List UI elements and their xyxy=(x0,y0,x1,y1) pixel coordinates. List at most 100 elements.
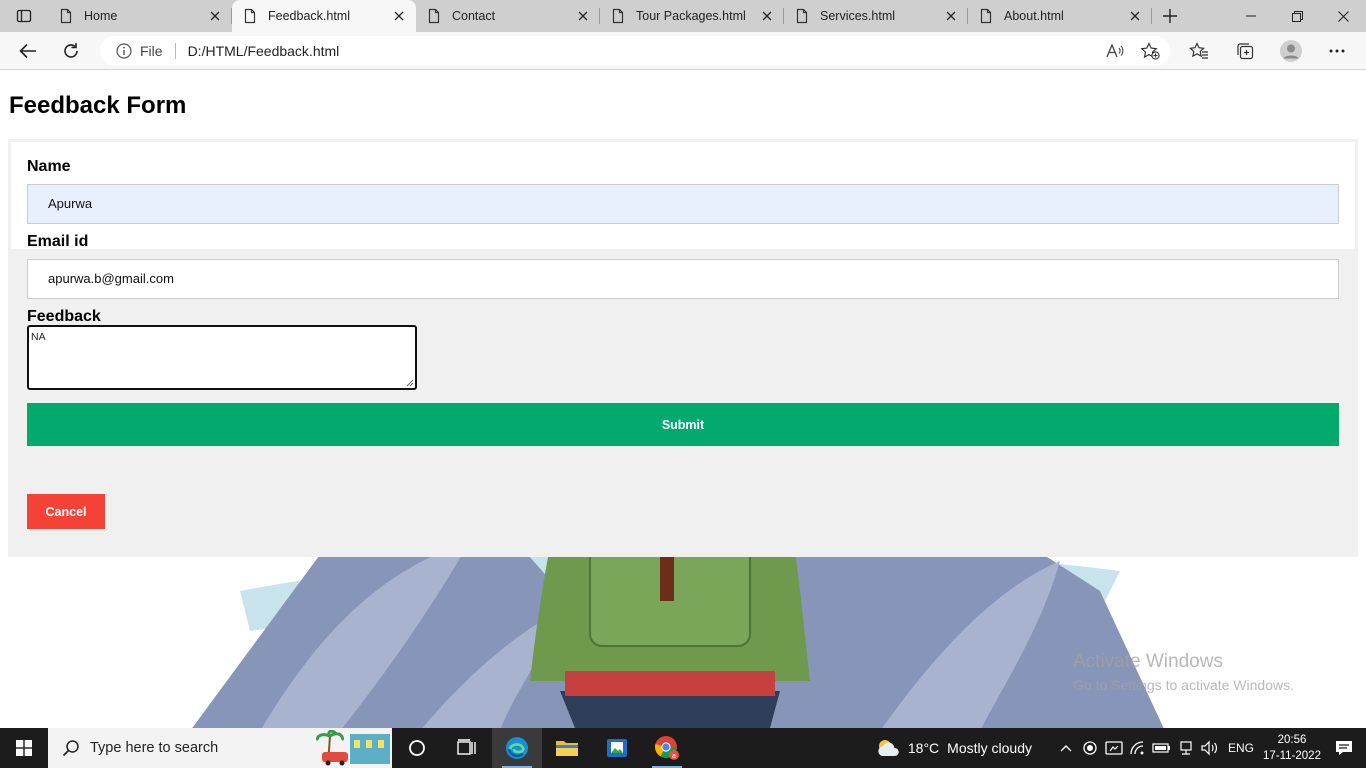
browser-tab-contact[interactable]: Contact xyxy=(416,0,600,32)
tab-title: About.html xyxy=(1004,9,1064,23)
windows-logo-icon xyxy=(16,740,32,756)
svg-text:a: a xyxy=(672,753,676,760)
close-icon[interactable] xyxy=(574,7,592,25)
favorites-icon xyxy=(1189,42,1208,59)
taskbar-search-box[interactable]: Type here to search xyxy=(48,728,392,768)
search-placeholder: Type here to search xyxy=(90,740,219,756)
browser-tab-home[interactable]: Home xyxy=(48,0,232,32)
close-icon[interactable] xyxy=(206,7,224,25)
close-icon[interactable] xyxy=(1126,7,1144,25)
collections-button[interactable] xyxy=(1230,36,1260,66)
tab-title: Contact xyxy=(452,9,496,23)
taskbar-chrome-button[interactable]: a xyxy=(642,728,692,768)
browser-tab-services[interactable]: Services.html xyxy=(784,0,968,32)
tab-title: Feedback.html xyxy=(268,9,350,23)
page-title: Feedback Form xyxy=(9,92,187,119)
record-icon[interactable] xyxy=(1078,728,1102,768)
new-tab-button[interactable] xyxy=(1152,0,1188,32)
close-window-button[interactable] xyxy=(1320,0,1366,32)
cortana-button[interactable] xyxy=(392,728,442,768)
back-button[interactable] xyxy=(13,36,43,66)
weather-temperature[interactable]: 18°C xyxy=(908,740,939,756)
start-button[interactable] xyxy=(0,728,48,768)
clock-date: 17-11-2022 xyxy=(1263,750,1321,762)
info-icon[interactable] xyxy=(116,43,132,59)
task-view-button[interactable] xyxy=(442,728,492,768)
wifi-icon[interactable] xyxy=(1126,728,1150,768)
search-highlight-icon xyxy=(316,730,390,766)
search-icon xyxy=(62,740,79,757)
divider xyxy=(174,43,176,59)
taskbar-file-explorer-button[interactable] xyxy=(542,728,592,768)
system-tray: 18°C Mostly cloudy ENG 20:56 17-11-2022 xyxy=(876,728,1366,768)
tab-title: Home xyxy=(84,9,118,23)
clock-time: 20:56 xyxy=(1277,734,1307,746)
close-icon[interactable] xyxy=(390,7,408,25)
settings-menu-button[interactable] xyxy=(1322,36,1352,66)
battery-icon[interactable] xyxy=(1150,728,1174,768)
avatar-icon xyxy=(1280,40,1302,62)
close-icon[interactable] xyxy=(942,7,960,25)
minimize-button[interactable] xyxy=(1228,0,1274,32)
close-icon[interactable] xyxy=(758,7,776,25)
resize-grip-icon[interactable] xyxy=(406,379,414,387)
image-editor-icon xyxy=(607,739,627,757)
weather-cloud-icon[interactable] xyxy=(876,737,902,759)
tab-title: Tour Packages.html xyxy=(636,9,746,23)
show-hidden-icons-button[interactable] xyxy=(1054,728,1078,768)
url-text[interactable]: D:/HTML/Feedback.html xyxy=(188,43,340,59)
read-aloud-icon[interactable] xyxy=(1106,43,1124,59)
browser-tab-about[interactable]: About.html xyxy=(968,0,1152,32)
watermark-title: Activate Windows xyxy=(1073,651,1223,672)
notification-icon xyxy=(1336,741,1352,755)
refresh-button[interactable] xyxy=(56,36,86,66)
window-controls xyxy=(1228,0,1366,32)
profile-button[interactable] xyxy=(1276,36,1306,66)
chevron-up-icon xyxy=(1060,745,1072,752)
feedback-label: Feedback xyxy=(27,308,101,325)
watermark-subtitle: Go to Settings to activate Windows. xyxy=(1073,677,1294,693)
name-input[interactable]: Apurwa xyxy=(27,184,1339,224)
network-icon[interactable] xyxy=(1174,728,1198,768)
page-icon xyxy=(60,8,72,24)
folder-icon xyxy=(556,741,578,756)
email-label: Email id xyxy=(27,233,89,250)
weather-condition[interactable]: Mostly cloudy xyxy=(947,740,1032,756)
feedback-textarea[interactable]: NA xyxy=(27,325,417,390)
collections-icon xyxy=(1237,43,1254,60)
feedback-text: NA xyxy=(31,331,46,343)
plus-icon xyxy=(1163,9,1177,23)
address-bar[interactable]: File D:/HTML/Feedback.html xyxy=(100,36,1170,66)
page-icon xyxy=(796,8,808,24)
page-icon xyxy=(612,8,624,24)
language-indicator[interactable]: ENG xyxy=(1228,741,1254,755)
taskbar-image-viewer-button[interactable] xyxy=(592,728,642,768)
page-viewport: Feedback Form Name Apurwa Email id apurw… xyxy=(0,71,1366,728)
edge-browser-icon xyxy=(506,737,528,759)
windows-taskbar: Type here to search a 18°C Mostly cloudy xyxy=(0,728,1366,768)
page-icon xyxy=(244,8,256,24)
scheme-label: File xyxy=(140,43,163,59)
add-favorite-icon[interactable] xyxy=(1140,42,1160,60)
browser-tab-tour-packages[interactable]: Tour Packages.html xyxy=(600,0,784,32)
taskbar-edge-button[interactable] xyxy=(492,728,542,768)
email-input[interactable]: apurwa.b@gmail.com xyxy=(27,259,1339,299)
browser-tab-feedback[interactable]: Feedback.html xyxy=(232,0,416,32)
cancel-button[interactable]: Cancel xyxy=(27,494,105,529)
submit-button[interactable]: Submit xyxy=(27,403,1339,446)
activate-windows-watermark: Activate Windows Go to Settings to activ… xyxy=(1073,651,1294,693)
tab-actions-icon[interactable] xyxy=(0,0,48,32)
tab-title: Services.html xyxy=(820,9,896,23)
volume-icon[interactable] xyxy=(1198,728,1222,768)
name-label: Name xyxy=(27,158,71,175)
browser-toolbar: File D:/HTML/Feedback.html xyxy=(0,32,1366,70)
task-view-icon xyxy=(457,739,476,755)
clock[interactable]: 20:56 17-11-2022 xyxy=(1262,732,1322,764)
page-icon xyxy=(980,8,992,24)
restore-button[interactable] xyxy=(1274,0,1320,32)
meet-now-icon[interactable] xyxy=(1102,728,1126,768)
favorites-button[interactable] xyxy=(1184,36,1214,66)
form-layer: Name Apurwa Email id apurwa.b@gmail.com … xyxy=(8,139,1358,557)
notifications-button[interactable] xyxy=(1322,728,1366,768)
chrome-icon: a xyxy=(655,736,679,760)
